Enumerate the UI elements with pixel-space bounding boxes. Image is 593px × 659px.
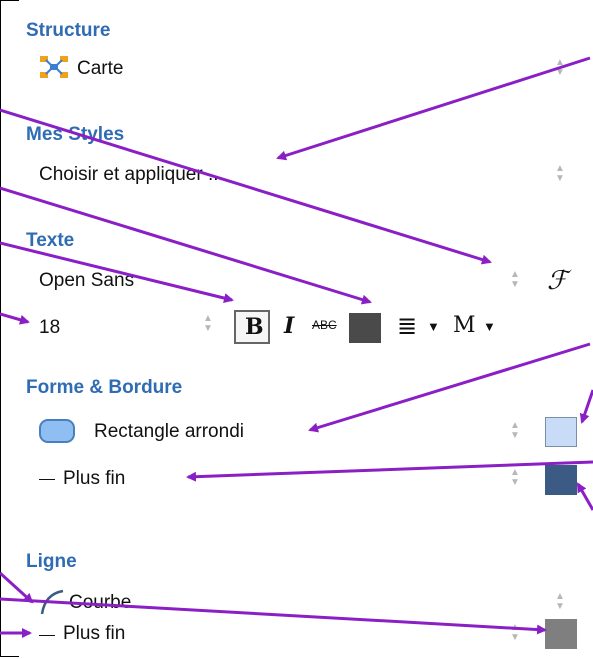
section-shape-title: Forme & Bordure [26, 377, 183, 398]
border-color-swatch[interactable] [545, 465, 577, 495]
line-style-row[interactable]: Courbe ▲ ▼ [19, 586, 593, 620]
strikethrough-label: ABC [312, 318, 337, 332]
section-mystyles-title: Mes Styles [26, 124, 125, 145]
strikethrough-button[interactable]: ABC [312, 318, 337, 332]
align-dropdown-chevron-icon[interactable]: ▼ [427, 319, 440, 334]
font-size-stepper[interactable]: ▲ ▼ [202, 314, 214, 336]
italic-button[interactable]: I [284, 313, 294, 339]
line-width-row[interactable]: Plus fin ▲ ▼ [19, 617, 593, 655]
fill-color-swatch[interactable] [545, 417, 577, 447]
section-text-title: Texte [26, 230, 75, 251]
line-width-value: Plus fin [63, 623, 126, 644]
text-case-button[interactable]: M [453, 313, 476, 338]
text-color-swatch[interactable] [349, 313, 381, 343]
shape-row[interactable]: Rectangle arrondi ▲ ▼ [19, 413, 593, 451]
font-family-value: Open Sans [39, 270, 135, 291]
bold-label: B [245, 314, 264, 340]
align-justify-icon[interactable]: ≣ [397, 312, 417, 341]
line-style-value: Courbe [69, 592, 132, 613]
curve-icon [39, 588, 67, 616]
case-dropdown-chevron-icon[interactable]: ▼ [483, 319, 496, 334]
line-style-stepper[interactable]: ▲ ▼ [554, 592, 566, 614]
rounded-rectangle-icon [39, 419, 75, 443]
font-size-row: 18 ▲ ▼ B I ABC ≣ ▼ M ▼ [19, 307, 593, 347]
border-row[interactable]: Plus fin ▲ ▼ [19, 459, 593, 499]
thin-line-icon [39, 479, 55, 480]
structure-row[interactable]: Carte ▲ ▼ [19, 54, 593, 88]
shape-stepper[interactable]: ▲ ▼ [509, 421, 521, 443]
line-color-swatch[interactable] [545, 619, 577, 649]
structure-stepper[interactable]: ▲ ▼ [554, 58, 566, 80]
structure-value: Carte [77, 58, 124, 79]
shape-value: Rectangle arrondi [94, 421, 244, 442]
border-stepper[interactable]: ▲ ▼ [509, 468, 521, 490]
properties-panel: Structure Carte ▲ ▼ Mes Styles Choisir et… [19, 0, 593, 659]
bold-button[interactable]: B [234, 310, 270, 344]
section-structure-title: Structure [26, 20, 111, 41]
line-width-stepper[interactable]: ▲ ▼ [509, 623, 521, 645]
border-value: Plus fin [63, 468, 126, 489]
font-family-stepper[interactable]: ▲ ▼ [509, 270, 521, 292]
structure-map-icon [39, 54, 69, 80]
section-line-title: Ligne [26, 551, 77, 572]
font-row[interactable]: Open Sans ▲ ▼ ℱ [19, 266, 593, 300]
font-size-value[interactable]: 18 [39, 317, 60, 339]
mystyles-row[interactable]: Choisir et appliquer ... ▲ ▼ [19, 160, 593, 194]
mystyles-value: Choisir et appliquer ... [39, 164, 224, 185]
script-f-icon[interactable]: ℱ [547, 266, 567, 296]
mystyles-stepper[interactable]: ▲ ▼ [554, 164, 566, 186]
thin-line-icon-2 [39, 635, 55, 636]
